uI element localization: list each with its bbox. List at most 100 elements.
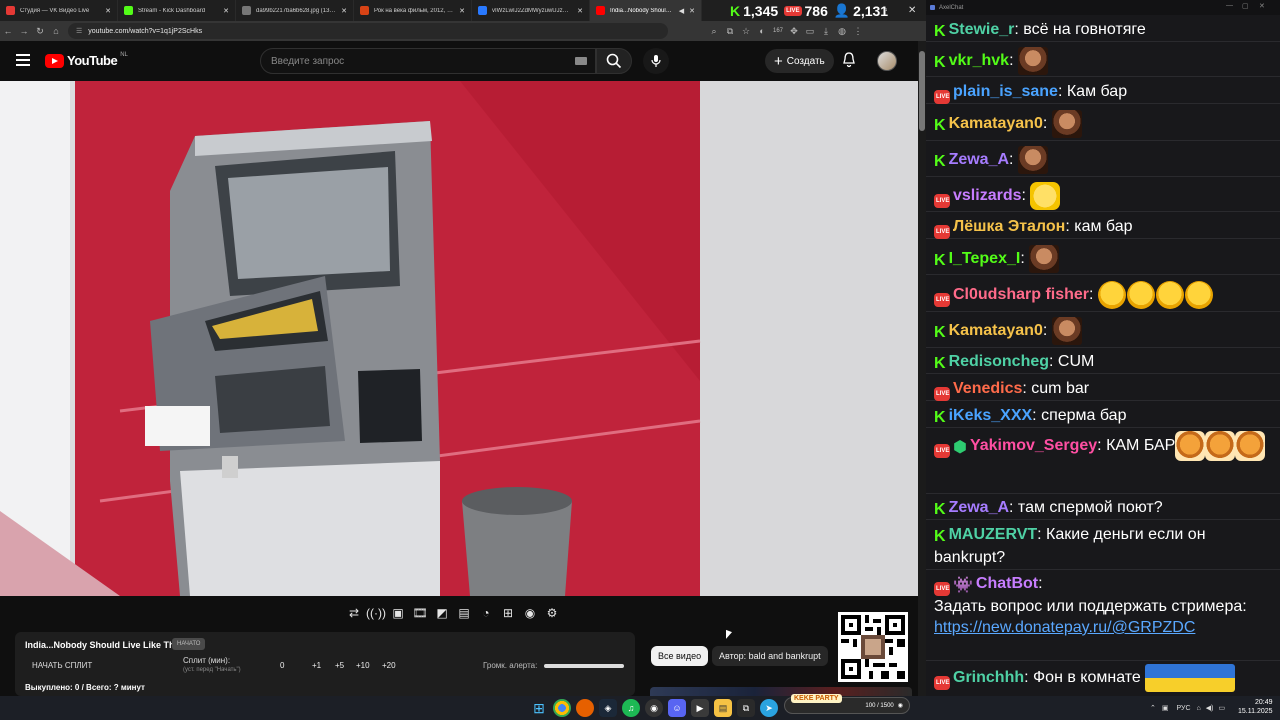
network-icon[interactable]: ⌂ <box>1197 705 1201 712</box>
chat-username[interactable]: Cl0udsharp fisher <box>953 286 1089 303</box>
add-1-button[interactable]: +1 <box>312 661 321 670</box>
explorer-icon[interactable]: ▤ <box>714 699 732 717</box>
theater-icon[interactable]: ▤ <box>456 605 472 621</box>
star-icon[interactable]: ☆ <box>738 21 754 41</box>
language-indicator[interactable]: РУС <box>1177 705 1191 712</box>
hamburger-menu-icon[interactable] <box>16 54 30 66</box>
extension-icon[interactable]: ◐ <box>754 21 770 41</box>
page-scrollbar[interactable] <box>918 41 926 696</box>
chip-author[interactable]: Автор: bald and bankrupt <box>712 646 828 666</box>
alert-volume-slider[interactable] <box>544 664 624 668</box>
close-icon[interactable]: ✕ <box>105 7 111 15</box>
windows-start-icon[interactable]: ⊞ <box>530 699 548 717</box>
volume-icon[interactable]: ◀) <box>1206 704 1214 712</box>
browser-tab[interactable]: Студия — VK Видео Live ✕ <box>0 0 118 21</box>
back-icon[interactable]: ← <box>0 21 16 41</box>
search-input[interactable]: Введите запрос <box>260 48 596 74</box>
site-info-icon[interactable]: ☰ <box>76 27 82 35</box>
keyboard-icon[interactable] <box>575 57 587 65</box>
mute-icon[interactable]: ◀ <box>679 7 684 15</box>
firefox-icon[interactable] <box>576 699 594 717</box>
chat-username[interactable]: Stewie_r <box>949 21 1015 38</box>
battery-icon[interactable]: ▭ <box>1218 704 1225 712</box>
browser-tab[interactable]: Stream - Kick Dashboard ✕ <box>118 0 236 21</box>
add-20-button[interactable]: +20 <box>382 661 396 670</box>
close-icon[interactable]: ✕ <box>577 7 583 15</box>
zoom-icon[interactable]: ⌕ <box>706 21 722 41</box>
youtube-logo[interactable]: YouTube NL <box>45 52 128 68</box>
close-icon[interactable]: ✕ <box>459 7 465 15</box>
add-icon[interactable]: ⊞ <box>500 605 516 621</box>
maximize-icon[interactable]: ▢ <box>1242 2 1249 10</box>
add-10-button[interactable]: +10 <box>356 661 370 670</box>
chat-username[interactable]: plain_is_sane <box>953 83 1058 100</box>
gear-icon[interactable]: ⚙ <box>544 605 560 621</box>
chat-username[interactable]: vkr_hvk <box>949 52 1010 69</box>
home-icon[interactable]: ⌂ <box>48 21 64 41</box>
chat-username[interactable]: Zewa_A <box>949 499 1009 516</box>
screenshot-video-icon[interactable]: ▣ <box>390 605 406 621</box>
add-5-button[interactable]: +5 <box>335 661 344 670</box>
address-bar[interactable]: ☰ youtube.com/watch?v=1q1jP2ScHks <box>68 23 668 39</box>
browser-tab[interactable]: Рок на века фильм, 2012, дата ✕ <box>354 0 472 21</box>
reload-icon[interactable]: ↻ <box>32 21 48 41</box>
browser-tab-active[interactable]: India...Nobody Should Live ◀ ✕ <box>590 0 702 21</box>
sidebar-icon[interactable]: ▭ <box>802 21 818 41</box>
restore-window-icon[interactable]: ▫ <box>884 0 888 21</box>
loop-icon[interactable]: ⇄ <box>346 605 362 621</box>
install-icon[interactable]: ⧉ <box>722 21 738 41</box>
picture-in-picture-icon[interactable]: ◩ <box>434 605 450 621</box>
close-icon[interactable]: ✕ <box>1259 2 1265 10</box>
chat-username[interactable]: Kamatayan0 <box>949 115 1043 132</box>
chat-username[interactable]: Grinchhh <box>953 669 1024 686</box>
extension-badge[interactable]: 167 <box>770 21 786 41</box>
browser-tab[interactable]: da99b2217ba6b628.jpg (1358× ✕ <box>236 0 354 21</box>
close-icon[interactable]: ✕ <box>689 7 695 15</box>
chat-username[interactable]: Kamatayan0 <box>949 322 1043 339</box>
chat-username[interactable]: ChatBot <box>976 575 1038 592</box>
chevron-up-icon[interactable]: ⌃ <box>1150 704 1156 712</box>
obs-icon[interactable]: ◉ <box>645 699 663 717</box>
profile-icon[interactable]: ◍ <box>834 21 850 41</box>
video-player[interactable] <box>0 81 918 596</box>
chat-username[interactable]: Yakimov_Sergey <box>970 437 1097 454</box>
clock[interactable]: 20:49 15.11.2025 <box>1238 698 1273 716</box>
recommended-video-thumbnail[interactable] <box>650 687 912 696</box>
close-icon[interactable]: ✕ <box>223 7 229 15</box>
search-button[interactable] <box>596 48 632 74</box>
chat-username[interactable]: MAUZERVT <box>949 526 1038 543</box>
chat-username[interactable]: Venedics <box>953 380 1022 397</box>
browser-tab[interactable]: vIWzLwIJ2ZdMWyzuwUJzQaDT ✕ <box>472 0 590 21</box>
chat-username[interactable]: I_Tepex_I <box>949 250 1021 267</box>
donation-link[interactable]: https://new.donatepay.ru/@GRPZDC <box>934 619 1195 636</box>
split-minutes-value[interactable]: 0 <box>280 661 284 670</box>
scrollbar-thumb[interactable] <box>919 51 925 131</box>
speed-icon[interactable]: ◔ <box>478 605 494 621</box>
account-avatar[interactable] <box>877 51 897 71</box>
spotify-icon[interactable]: ♫ <box>622 699 640 717</box>
close-icon[interactable]: ✕ <box>341 7 347 15</box>
app-window-icon[interactable]: ⧉ <box>737 699 755 717</box>
voice-search-button[interactable] <box>643 48 669 74</box>
chat-username[interactable]: Zewa_A <box>949 151 1009 168</box>
media-icon[interactable]: ▶ <box>691 699 709 717</box>
chat-username[interactable]: Redisoncheg <box>949 353 1049 370</box>
download-icon[interactable]: ⤓ <box>818 21 834 41</box>
forward-icon[interactable]: → <box>16 21 32 41</box>
create-button[interactable]: + Создать <box>765 49 834 73</box>
chat-username[interactable]: iKeks_XXX <box>949 407 1033 424</box>
start-split-button[interactable]: НАЧАТЬ СПЛИТ <box>32 661 92 670</box>
camera-icon[interactable]: ◉ <box>522 605 538 621</box>
steam-icon[interactable]: ◈ <box>599 699 617 717</box>
audio-icon[interactable]: ((·)) <box>366 605 386 621</box>
discord-icon[interactable]: ☺ <box>668 699 686 717</box>
cinema-icon[interactable]: 🎞 <box>412 605 428 621</box>
tray-app-icon[interactable]: ▣ <box>1162 704 1169 712</box>
telegram-icon[interactable]: ➤ <box>760 699 778 717</box>
minimize-icon[interactable]: — <box>1226 2 1233 9</box>
menu-icon[interactable]: ⋮ <box>850 21 866 41</box>
notifications-button[interactable] <box>842 52 856 73</box>
chat-username[interactable]: Лёшка Эталон <box>953 218 1065 235</box>
close-window-icon[interactable]: ✕ <box>908 0 916 21</box>
chat-username[interactable]: vslizards <box>953 187 1021 204</box>
